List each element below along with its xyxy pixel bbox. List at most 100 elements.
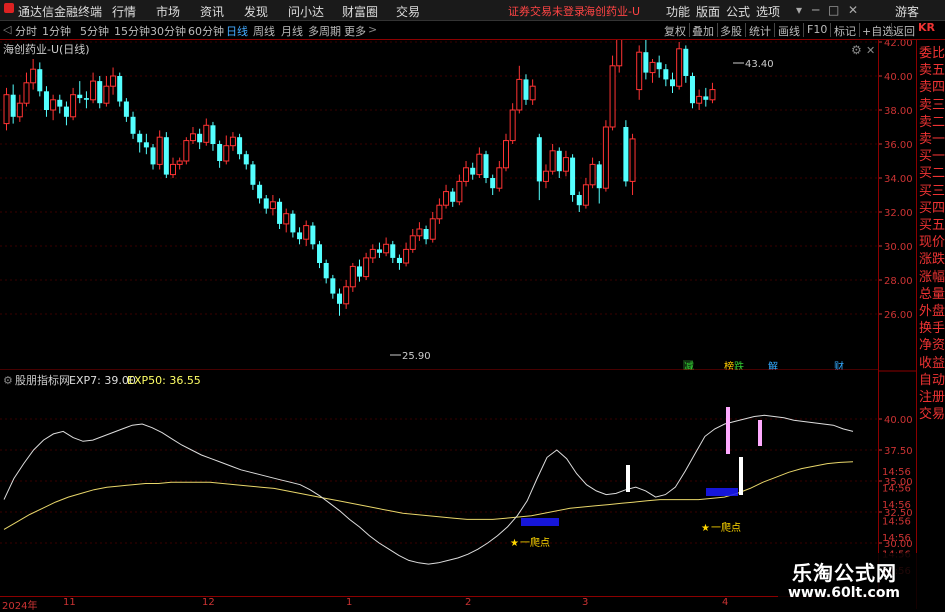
collapse-icon[interactable]: ◁	[3, 23, 11, 36]
sidebar-item[interactable]: 买二	[919, 162, 945, 181]
current-stock: 海创药业-U	[584, 5, 641, 18]
period-1min[interactable]: 1分钟	[42, 23, 71, 39]
sidebar-item[interactable]: 卖一	[919, 128, 945, 147]
menu-faxian[interactable]: 发现	[244, 3, 268, 20]
sidebar-item[interactable]: 自动	[919, 369, 945, 388]
menu-zixun[interactable]: 资讯	[200, 3, 224, 20]
candle	[176, 157, 183, 170]
pink-signal-bars	[726, 407, 762, 454]
sidebar-item[interactable]: 净资	[919, 334, 945, 353]
candle-body	[416, 228, 423, 237]
menu-shichang[interactable]: 市场	[156, 3, 180, 20]
tool-f10[interactable]: F10	[807, 23, 827, 36]
event-jian[interactable]: 减	[684, 361, 694, 370]
candle	[30, 59, 37, 90]
sidebar-item[interactable]: 卖五	[919, 59, 945, 78]
sidebar-item[interactable]: 涨幅	[919, 266, 945, 285]
event-die[interactable]: 跌	[734, 360, 744, 370]
menu-jiaoyi[interactable]: 交易	[396, 3, 420, 20]
candle	[23, 72, 30, 107]
more-arrow-icon[interactable]: >	[368, 23, 377, 36]
sidebar-item[interactable]: 交易	[919, 403, 945, 422]
sidebar-item[interactable]: 卖四	[919, 76, 945, 95]
period-more[interactable]: 更多	[344, 23, 366, 39]
tool-fanhui[interactable]: 返回	[893, 23, 915, 39]
candle	[90, 72, 97, 104]
event-bang[interactable]: 榜	[724, 360, 734, 370]
candle	[689, 72, 695, 109]
menu-gongshi[interactable]: 公式	[726, 3, 750, 20]
sidebar-item[interactable]: 收益	[919, 352, 945, 371]
menu-hangqing[interactable]: 行情	[112, 3, 136, 20]
candle-body	[429, 218, 436, 240]
user-label[interactable]: 游客	[895, 3, 919, 20]
menu-caifuquan[interactable]: 财富圈	[342, 3, 378, 20]
indicator-settings-icon[interactable]: ⚙	[3, 374, 13, 387]
period-30min[interactable]: 30分钟	[150, 23, 186, 39]
sidebar-item[interactable]: 注册	[919, 386, 945, 405]
candle-body	[349, 265, 356, 288]
candle-body	[423, 229, 429, 240]
candle-body	[602, 126, 609, 189]
period-weekly[interactable]: 周线	[253, 23, 275, 39]
period-60min[interactable]: 60分钟	[188, 23, 224, 39]
tool-duogu[interactable]: 多股	[720, 23, 742, 39]
candle	[189, 127, 196, 144]
period-fenshi[interactable]: 分时	[15, 23, 37, 39]
sidebar-item[interactable]: 买五	[919, 214, 945, 233]
candle	[496, 161, 503, 192]
tool-tongji[interactable]: 统计	[749, 23, 771, 39]
sidebar-item[interactable]: 卖二	[919, 111, 945, 130]
dropdown-icon[interactable]: ▾	[796, 3, 802, 17]
candle	[709, 82, 716, 104]
candle-body	[476, 153, 483, 176]
period-multi[interactable]: 多周期	[308, 23, 341, 39]
tool-fuquan[interactable]: 复权	[664, 23, 686, 39]
sidebar-item[interactable]: 涨跌	[919, 248, 945, 267]
exp50-label: EXP50: 36.55	[127, 374, 201, 387]
candle-body	[450, 191, 456, 202]
event-cai[interactable]: 财	[834, 360, 844, 370]
tool-huaxian[interactable]: 画线	[778, 23, 800, 39]
candle-body	[143, 142, 149, 148]
candle-body	[689, 76, 695, 104]
sidebar-item[interactable]: 买一	[919, 145, 945, 164]
sidebar-item[interactable]: 卖三	[919, 94, 945, 113]
candle-body	[70, 94, 77, 118]
menu-gongneng[interactable]: 功能	[666, 3, 690, 20]
candle-body	[363, 257, 370, 278]
tool-zixuan[interactable]: +自选	[862, 23, 893, 39]
sidebar-item[interactable]: 买三	[919, 180, 945, 199]
period-daily[interactable]: 日线	[226, 23, 248, 39]
login-notice[interactable]: 证券交易未登录	[508, 3, 585, 19]
close-icon[interactable]: ✕	[848, 3, 858, 17]
low-marker: 25.90	[390, 351, 431, 362]
period-monthly[interactable]: 月线	[281, 23, 303, 39]
maximize-icon[interactable]: □	[828, 3, 839, 17]
event-jie[interactable]: 解	[768, 360, 778, 370]
candle	[556, 147, 562, 178]
tool-diejia[interactable]: 叠加	[692, 23, 714, 39]
tool-biaoji[interactable]: 标记	[834, 23, 856, 39]
indicator-title[interactable]: 股朋指标网	[15, 373, 70, 387]
menu-banmian[interactable]: 版面	[696, 3, 720, 20]
period-15min[interactable]: 15分钟	[114, 23, 150, 39]
menu-wenxiaoda[interactable]: 问小达	[288, 3, 324, 20]
candle-body	[283, 213, 290, 225]
sidebar-item[interactable]: 外盘	[919, 300, 945, 319]
candle-body	[197, 133, 203, 143]
close-chart-icon[interactable]: ✕	[866, 44, 875, 57]
candle-body	[16, 102, 23, 118]
sidebar-item[interactable]: 买四	[919, 197, 945, 216]
sidebar-item[interactable]: 换手	[919, 317, 945, 336]
minimize-icon[interactable]: ─	[812, 3, 819, 17]
candlestick-chart[interactable]: 海创药业-U(日线) ⚙ ✕ 43.40 25.90 减 榜 跌 解 财	[0, 40, 878, 370]
sidebar-item[interactable]: 委比	[919, 42, 945, 61]
period-5min[interactable]: 5分钟	[80, 23, 109, 39]
settings-icon[interactable]: ⚙	[851, 43, 862, 57]
indicator-chart[interactable]: ⚙ 股朋指标网 EXP7: 39.00 EXP50: 36.55 ★ 一爬点 ★…	[0, 372, 878, 596]
menu-xuanxiang[interactable]: 选项	[756, 3, 780, 20]
sidebar-item[interactable]: 现价	[919, 231, 945, 250]
quote-sidebar[interactable]: KR 委比 卖五 卖四 卖三 卖二 卖一 买一 买二 买三 买四 买五 现价 涨跌 涨幅 总量 外盘 换手 净资收…	[916, 21, 945, 609]
sidebar-item[interactable]: 总量	[919, 283, 945, 302]
